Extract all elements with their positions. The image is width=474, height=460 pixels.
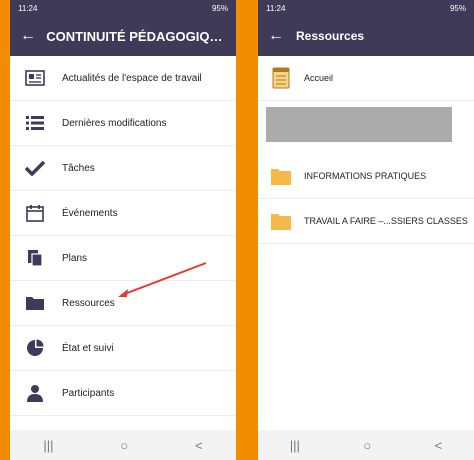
menu-item-label: Tâches [62, 162, 95, 174]
android-nav-bar: ||| ○ < [10, 430, 236, 460]
home-button[interactable]: ○ [120, 438, 128, 453]
resource-item-accueil[interactable]: Accueil [258, 56, 474, 101]
menu-item-label: Ressources [62, 297, 115, 309]
recent-apps-button[interactable]: ||| [290, 438, 300, 453]
resource-item-label: TRAVAIL A FAIRE –...SSIERS CLASSES [304, 216, 468, 226]
page-title: CONTINUITÉ PÉDAGOGIQUE... [46, 28, 226, 44]
calendar-icon [22, 203, 48, 223]
menu-item-taches[interactable]: Tâches [10, 146, 236, 191]
app-bar: ← CONTINUITÉ PÉDAGOGIQUE... [10, 16, 236, 56]
notepad-icon [270, 67, 292, 89]
checkmark-icon [22, 158, 48, 178]
menu-item-label: Plans [62, 252, 88, 264]
status-battery: 95% [211, 3, 228, 13]
folder-icon [270, 210, 292, 232]
folder-icon [270, 165, 292, 187]
back-button[interactable]: < [435, 438, 443, 453]
menu-item-actualites[interactable]: Actualités de l'espace de travail [10, 56, 236, 101]
status-time: 11:24 [266, 3, 286, 13]
resource-item-label: INFORMATIONS PRATIQUES [304, 171, 427, 181]
redacted-block [266, 107, 452, 142]
home-button[interactable]: ○ [363, 438, 371, 453]
back-arrow-icon[interactable]: ← [20, 27, 46, 45]
back-arrow-icon[interactable]: ← [268, 27, 296, 45]
menu-item-label: Dernières modifications [62, 117, 167, 129]
menu-item-ressources[interactable]: Ressources [10, 281, 236, 326]
menu-item-label: Événements [62, 207, 118, 219]
page-title: Ressources [296, 29, 365, 43]
resource-item-travail[interactable]: TRAVAIL A FAIRE –...SSIERS CLASSES [258, 199, 474, 244]
document-icon [22, 248, 48, 268]
menu-item-participants[interactable]: Participants [10, 371, 236, 416]
menu-item-etat-suivi[interactable]: État et suivi [10, 326, 236, 371]
list-icon [22, 113, 48, 133]
status-time: 11:24 [18, 3, 38, 13]
newspaper-icon [22, 68, 48, 88]
back-button[interactable]: < [195, 438, 203, 453]
status-bar: 11:24 95% [258, 0, 474, 16]
menu-item-modifications[interactable]: Dernières modifications [10, 101, 236, 146]
phone-screen-right: 11:24 95% ← Ressources Accueil INFORMATI… [258, 0, 474, 460]
person-icon [22, 383, 48, 403]
menu-item-label: Participants [62, 387, 115, 399]
resource-item-informations[interactable]: INFORMATIONS PRATIQUES [258, 154, 474, 199]
app-bar: ← Ressources [258, 16, 474, 56]
android-nav-bar: ||| ○ < [258, 430, 474, 460]
status-bar: 11:24 95% [10, 0, 236, 16]
menu-item-label: État et suivi [62, 342, 114, 354]
recent-apps-button[interactable]: ||| [43, 438, 53, 453]
pie-chart-icon [22, 338, 48, 358]
menu-item-evenements[interactable]: Événements [10, 191, 236, 236]
resource-item-label: Accueil [304, 73, 334, 83]
menu-item-plans[interactable]: Plans [10, 236, 236, 281]
status-battery: 95% [449, 3, 466, 13]
folder-icon [22, 293, 48, 313]
phone-screen-left: 11:24 95% ← CONTINUITÉ PÉDAGOGIQUE... Ac… [10, 0, 236, 460]
menu-item-label: Actualités de l'espace de travail [62, 72, 202, 84]
